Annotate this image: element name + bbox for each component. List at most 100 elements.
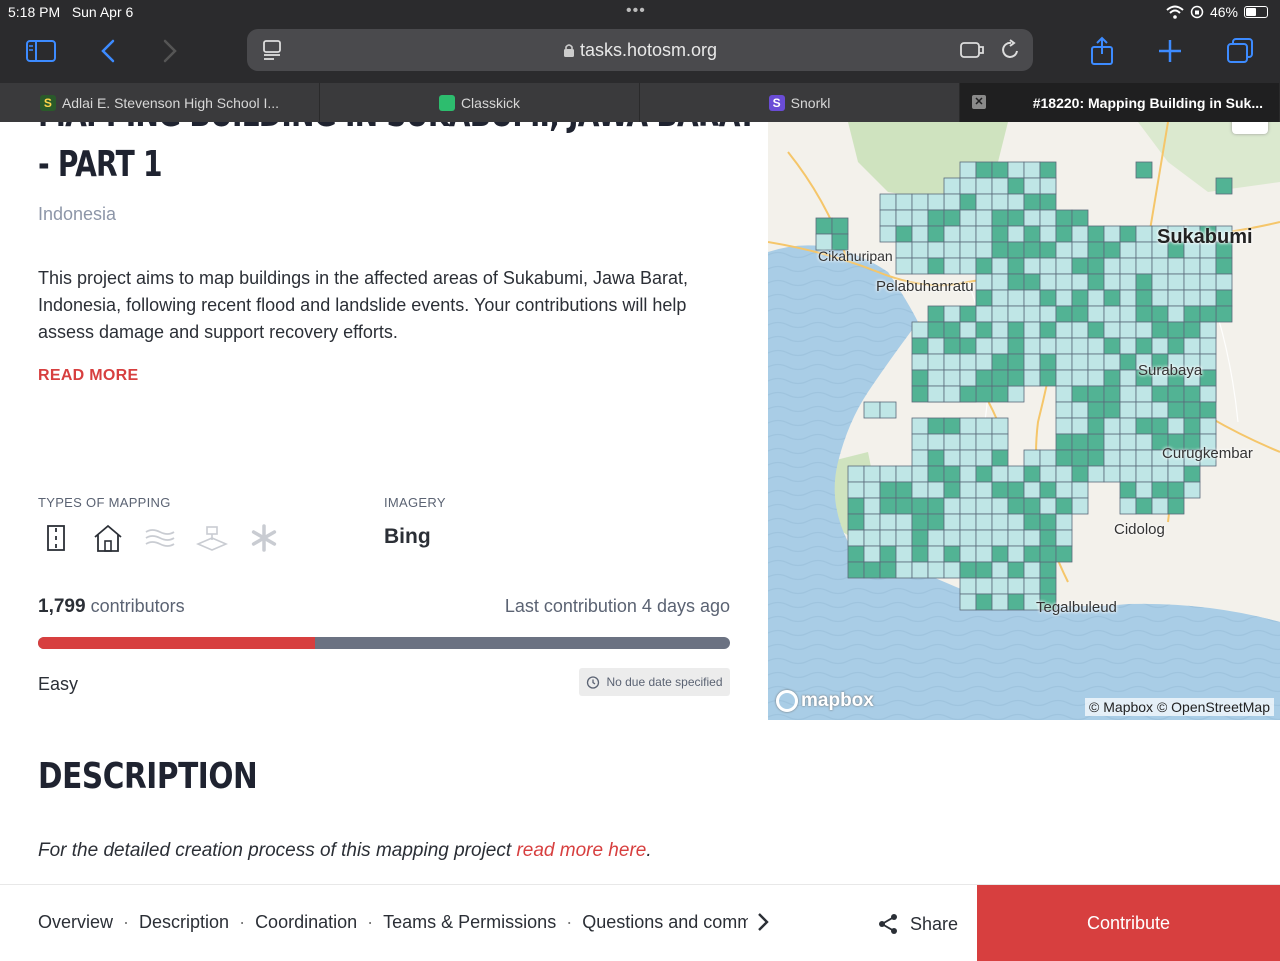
task-cell[interactable] [991, 257, 1009, 275]
task-cell[interactable] [1199, 273, 1217, 291]
task-cell[interactable] [927, 433, 945, 451]
task-cell[interactable] [1167, 401, 1185, 419]
task-cell[interactable] [831, 217, 849, 235]
task-cell[interactable] [1071, 289, 1089, 307]
task-cell[interactable] [1055, 401, 1073, 419]
task-cell[interactable] [1055, 529, 1073, 547]
task-cell[interactable] [927, 193, 945, 211]
task-cell[interactable] [975, 593, 993, 611]
task-cell[interactable] [1039, 225, 1057, 243]
task-cell[interactable] [863, 465, 881, 483]
task-cell[interactable] [1023, 529, 1041, 547]
task-cell[interactable] [975, 529, 993, 547]
read-more-link[interactable]: READ MORE [38, 367, 138, 385]
task-cell[interactable] [895, 497, 913, 515]
task-cell[interactable] [959, 177, 977, 195]
task-cell[interactable] [879, 465, 897, 483]
task-cell[interactable] [959, 161, 977, 179]
task-cell[interactable] [1055, 337, 1073, 355]
task-cell[interactable] [1135, 401, 1153, 419]
task-cell[interactable] [895, 529, 913, 547]
task-cell[interactable] [863, 481, 881, 499]
task-cell[interactable] [943, 257, 961, 275]
task-cell[interactable] [1151, 497, 1169, 515]
task-cell[interactable] [1103, 321, 1121, 339]
task-cell[interactable] [1007, 513, 1025, 531]
task-cell[interactable] [1007, 177, 1025, 195]
task-cell[interactable] [1103, 225, 1121, 243]
task-cell[interactable] [1087, 337, 1105, 355]
task-cell[interactable] [1071, 417, 1089, 435]
task-cell[interactable] [911, 529, 929, 547]
task-cell[interactable] [959, 353, 977, 371]
task-cell[interactable] [1007, 257, 1025, 275]
task-cell[interactable] [927, 561, 945, 579]
task-cell[interactable] [1199, 385, 1217, 403]
task-cell[interactable] [959, 369, 977, 387]
task-cell[interactable] [847, 497, 865, 515]
task-cell[interactable] [1055, 257, 1073, 275]
task-cell[interactable] [1055, 417, 1073, 435]
task-cell[interactable] [1087, 257, 1105, 275]
tab-stevenson[interactable]: S Adlai E. Stevenson High School I... [0, 83, 320, 122]
task-cell[interactable] [959, 465, 977, 483]
task-cell[interactable] [1087, 321, 1105, 339]
task-cell[interactable] [975, 385, 993, 403]
task-cell[interactable] [975, 305, 993, 323]
task-cell[interactable] [1119, 385, 1137, 403]
task-cell[interactable] [1151, 401, 1169, 419]
task-cell[interactable] [1055, 225, 1073, 243]
task-cell[interactable] [911, 241, 929, 259]
task-cell[interactable] [1119, 241, 1137, 259]
task-cell[interactable] [1215, 257, 1233, 275]
task-cell[interactable] [1087, 433, 1105, 451]
task-cell[interactable] [847, 545, 865, 563]
task-cell[interactable] [1151, 385, 1169, 403]
task-cell[interactable] [1007, 545, 1025, 563]
task-cell[interactable] [959, 497, 977, 515]
task-cell[interactable] [879, 401, 897, 419]
task-cell[interactable] [1007, 305, 1025, 323]
task-cell[interactable] [943, 353, 961, 371]
task-cell[interactable] [959, 193, 977, 211]
task-cell[interactable] [1119, 225, 1137, 243]
task-cell[interactable] [1071, 337, 1089, 355]
task-cell[interactable] [847, 465, 865, 483]
task-cell[interactable] [991, 529, 1009, 547]
task-cell[interactable] [991, 305, 1009, 323]
task-cell[interactable] [1087, 385, 1105, 403]
task-cell[interactable] [943, 497, 961, 515]
task-cell[interactable] [1199, 369, 1217, 387]
task-cell[interactable] [1055, 513, 1073, 531]
task-cell[interactable] [1119, 321, 1137, 339]
task-cell[interactable] [863, 513, 881, 531]
task-cell[interactable] [1039, 465, 1057, 483]
task-cell[interactable] [1023, 273, 1041, 291]
forward-icon[interactable] [152, 36, 188, 66]
task-cell[interactable] [1119, 401, 1137, 419]
task-cell[interactable] [1055, 289, 1073, 307]
task-cell[interactable] [1087, 225, 1105, 243]
task-cell[interactable] [1039, 577, 1057, 595]
task-cell[interactable] [895, 561, 913, 579]
task-cell[interactable] [1007, 161, 1025, 179]
task-cell[interactable] [975, 417, 993, 435]
task-cell[interactable] [975, 577, 993, 595]
task-cell[interactable] [1167, 385, 1185, 403]
task-cell[interactable] [1023, 513, 1041, 531]
task-cell[interactable] [927, 257, 945, 275]
task-cell[interactable] [1103, 257, 1121, 275]
task-cell[interactable] [1071, 465, 1089, 483]
task-cell[interactable] [911, 497, 929, 515]
task-cell[interactable] [1055, 465, 1073, 483]
task-cell[interactable] [991, 545, 1009, 563]
task-cell[interactable] [1135, 481, 1153, 499]
task-cell[interactable] [959, 513, 977, 531]
task-cell[interactable] [1055, 241, 1073, 259]
task-cell[interactable] [1023, 321, 1041, 339]
task-cell[interactable] [815, 217, 833, 235]
task-cell[interactable] [1151, 257, 1169, 275]
task-cell[interactable] [1151, 305, 1169, 323]
task-cell[interactable] [943, 305, 961, 323]
task-cell[interactable] [1103, 241, 1121, 259]
